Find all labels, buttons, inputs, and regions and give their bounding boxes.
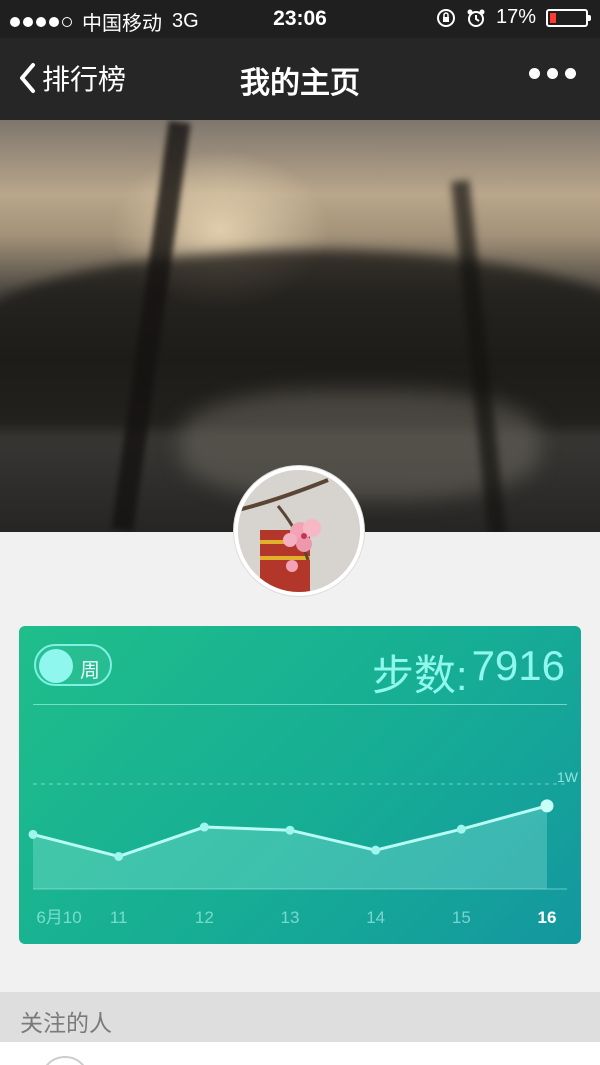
chart-point bbox=[28, 829, 38, 839]
x-tick-label: 11 bbox=[110, 908, 128, 927]
status-bar: 中国移动 3G 23:06 17% bbox=[0, 0, 600, 38]
more-dots-icon[interactable] bbox=[529, 68, 576, 79]
page-title: 我的主页 bbox=[240, 67, 360, 100]
chart-point bbox=[371, 845, 381, 855]
avatar[interactable] bbox=[234, 466, 364, 596]
cherry-blossom-icon bbox=[238, 470, 360, 592]
chart-area bbox=[33, 805, 547, 889]
following-list-item[interactable] bbox=[0, 1042, 600, 1065]
steps-card: 周 步数: 7916 1W 6月10 11 12 13 14 15 16 bbox=[19, 626, 581, 944]
chart-point bbox=[114, 851, 124, 861]
follow-avatar bbox=[40, 1056, 90, 1065]
following-section-header: 关注的人 bbox=[0, 992, 600, 1042]
reference-line-label: 1W bbox=[557, 769, 579, 785]
x-tick-label: 15 bbox=[452, 908, 471, 927]
orientation-lock-icon bbox=[436, 8, 455, 27]
battery-percent: 17% bbox=[495, 6, 536, 28]
x-tick-label: 12 bbox=[195, 908, 214, 927]
x-tick-label: 16 bbox=[538, 908, 557, 927]
x-tick-label: 14 bbox=[366, 908, 385, 927]
x-tick-label: 6月10 bbox=[36, 908, 81, 927]
nav-bar: 排行榜 我的主页 bbox=[0, 38, 600, 120]
steps-chart: 1W 6月10 11 12 13 14 15 16 bbox=[28, 769, 579, 927]
chart-point bbox=[456, 824, 466, 834]
following-section-title: 关注的人 bbox=[20, 1010, 112, 1036]
chart-point bbox=[540, 799, 554, 813]
chart-point bbox=[285, 825, 295, 835]
alarm-icon bbox=[467, 9, 485, 27]
battery-icon bbox=[546, 8, 591, 27]
chart-point bbox=[199, 822, 209, 832]
battery-fill bbox=[550, 12, 556, 23]
status-right: 17% bbox=[436, 6, 591, 29]
x-tick-label: 13 bbox=[281, 908, 300, 927]
